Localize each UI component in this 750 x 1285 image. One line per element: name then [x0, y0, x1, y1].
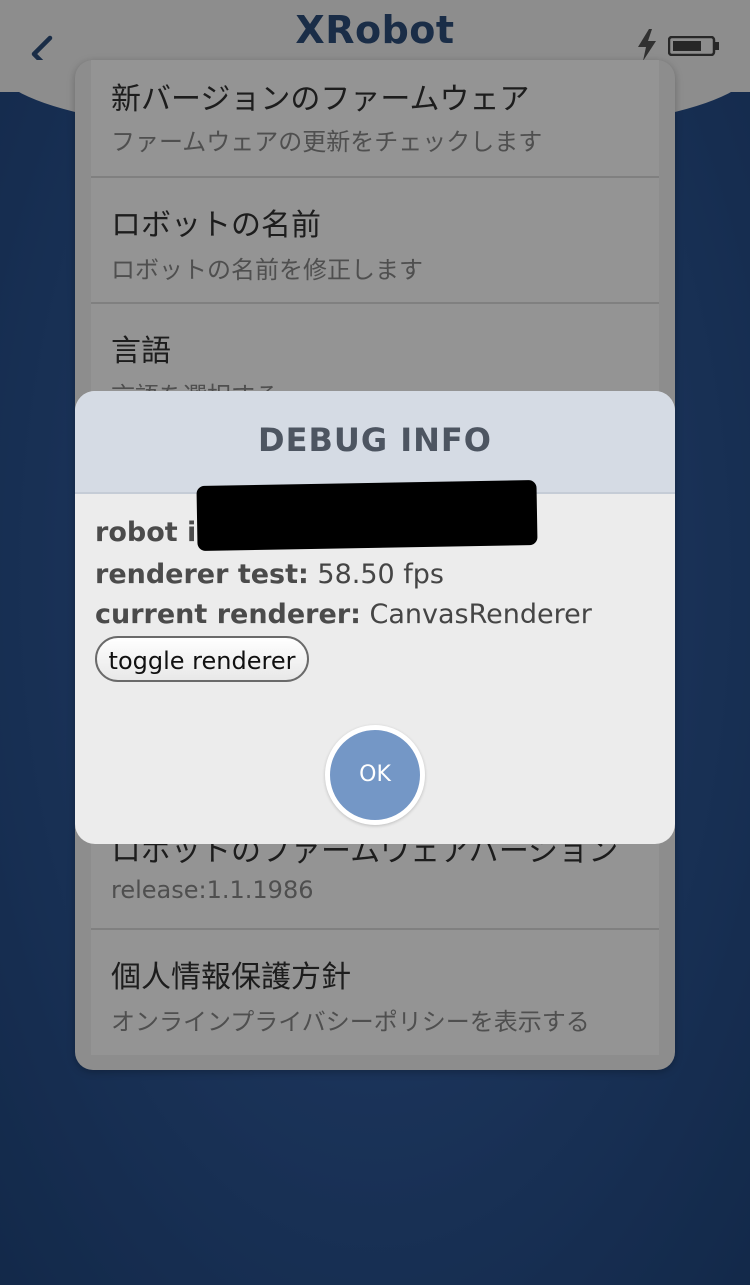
- current-renderer-value: CanvasRenderer: [360, 599, 592, 630]
- renderer-test-value: 58.50 fps: [308, 559, 444, 590]
- ok-button[interactable]: OK: [325, 725, 425, 825]
- renderer-test-label: renderer test:: [95, 559, 309, 590]
- redaction-mark: [196, 480, 538, 551]
- dialog-header: DEBUG INFO: [75, 391, 675, 494]
- dialog-title: DEBUG INFO: [258, 421, 492, 459]
- current-renderer-label: current renderer:: [95, 599, 361, 630]
- debug-info-dialog: DEBUG INFO robot id:A renderer test: 58.…: [75, 391, 675, 844]
- current-renderer-row: current renderer: CanvasRenderer: [95, 599, 592, 630]
- renderer-test-row: renderer test: 58.50 fps: [95, 559, 444, 590]
- toggle-renderer-button[interactable]: toggle renderer: [95, 636, 309, 682]
